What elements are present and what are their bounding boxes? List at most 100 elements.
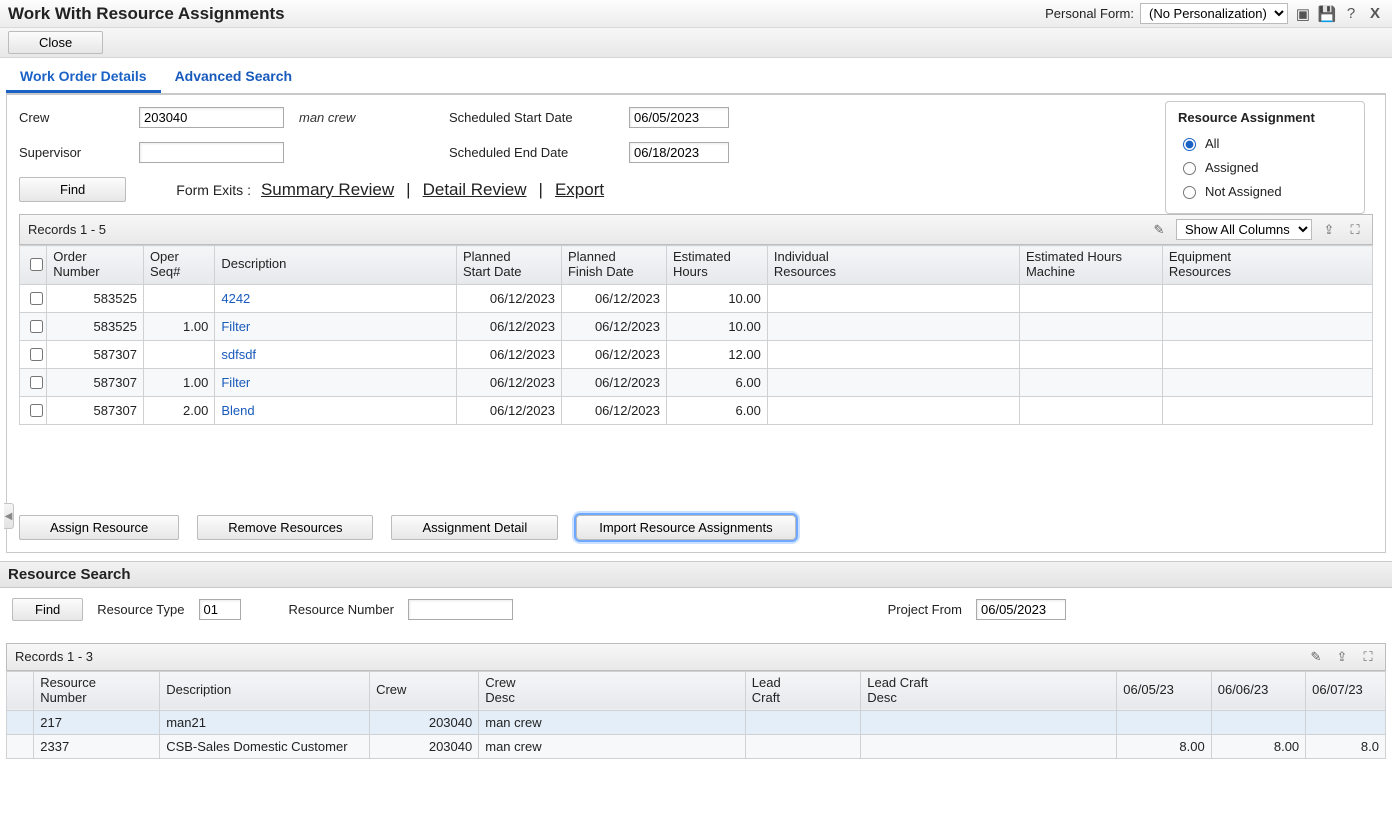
resource-search-header: Resource Search [0, 561, 1392, 588]
grid1-hdr-order-number[interactable]: OrderNumber [47, 246, 144, 285]
grid2-hdr-lead-craft[interactable]: LeadCraft [745, 671, 860, 710]
preview-icon[interactable]: ▣ [1294, 5, 1312, 23]
cell-planned-start: 06/12/2023 [456, 396, 561, 424]
toolbar: Close [0, 28, 1392, 58]
maximize-grid-icon[interactable]: ⛶ [1346, 221, 1364, 239]
cell-individual-resources [767, 284, 1019, 312]
show-columns-select[interactable]: Show All Columns [1176, 219, 1312, 240]
scheduled-start-date-input[interactable] [629, 107, 729, 128]
table-row[interactable]: 587307sdfsdf06/12/202306/12/202312.00 [20, 340, 1373, 368]
cell-planned-finish: 06/12/2023 [561, 284, 666, 312]
row-checkbox[interactable] [30, 376, 43, 389]
scheduled-end-date-input[interactable] [629, 142, 729, 163]
grid2-hdr-d3[interactable]: 06/07/23 [1306, 671, 1386, 710]
export-link[interactable]: Export [555, 180, 604, 200]
row-selector[interactable] [7, 734, 34, 758]
cell-description[interactable]: 4242 [215, 284, 457, 312]
detail-review-link[interactable]: Detail Review [423, 180, 527, 200]
save-icon[interactable]: 💾 [1318, 5, 1336, 23]
row-checkbox[interactable] [30, 404, 43, 417]
assign-resource-button[interactable]: Assign Resource [19, 515, 179, 540]
grid1-hdr-checkbox[interactable] [20, 246, 47, 285]
grid1-hdr-oper-seq[interactable]: OperSeq# [143, 246, 214, 285]
tab-advanced-search[interactable]: Advanced Search [161, 62, 307, 93]
cell-estimated-hours: 10.00 [667, 312, 768, 340]
tabstrip: Work Order Details Advanced Search [6, 62, 1386, 94]
customize-grid-icon[interactable]: ✎ [1150, 221, 1168, 239]
summary-review-link[interactable]: Summary Review [261, 180, 394, 200]
close-icon[interactable]: X [1366, 5, 1384, 23]
collapse-tab[interactable]: ◀ [4, 503, 14, 529]
row-checkbox[interactable] [30, 348, 43, 361]
maximize-grid2-icon[interactable]: ⛶ [1359, 648, 1377, 666]
ra-assigned-row[interactable]: Assigned [1178, 155, 1350, 179]
grid1-hdr-planned-start[interactable]: PlannedStart Date [456, 246, 561, 285]
ra-all-row[interactable]: All [1178, 131, 1350, 155]
cell-equipment-resources [1162, 312, 1372, 340]
assignment-detail-button[interactable]: Assignment Detail [391, 515, 558, 540]
cell-lead-craft [745, 710, 860, 734]
grid2-hdr-d1[interactable]: 06/05/23 [1117, 671, 1211, 710]
table-row[interactable]: 5873072.00Blend06/12/202306/12/20236.00 [20, 396, 1373, 424]
table-row[interactable]: 5873071.00Filter06/12/202306/12/20236.00 [20, 368, 1373, 396]
table-row[interactable]: 2337CSB-Sales Domestic Customer203040man… [7, 734, 1386, 758]
resource-type-input[interactable] [199, 599, 241, 620]
tab-work-order-details[interactable]: Work Order Details [6, 62, 161, 93]
resource-number-input[interactable] [408, 599, 513, 620]
grid1-hdr-estimated-hours[interactable]: EstimatedHours [667, 246, 768, 285]
project-from-input[interactable] [976, 599, 1066, 620]
resource-assignment-group: Resource Assignment All Assigned Not Ass… [1165, 101, 1365, 214]
crew-input[interactable] [139, 107, 284, 128]
cell-oper-seq [143, 284, 214, 312]
table-row[interactable]: 5835251.00Filter06/12/202306/12/202310.0… [20, 312, 1373, 340]
remove-resources-button[interactable]: Remove Resources [197, 515, 373, 540]
row-checkbox[interactable] [30, 320, 43, 333]
resource-search-form: Find Resource Type Resource Number Proje… [0, 588, 1392, 631]
cell-description[interactable]: Filter [215, 312, 457, 340]
cell-description[interactable]: Blend [215, 396, 457, 424]
cell-planned-start: 06/12/2023 [456, 340, 561, 368]
grid1-hdr-planned-finish[interactable]: PlannedFinish Date [561, 246, 666, 285]
export-grid-icon[interactable]: ⇪ [1320, 221, 1338, 239]
grid1-header-row: OrderNumber OperSeq# Description Planned… [20, 246, 1373, 285]
cell-equipment-resources [1162, 396, 1372, 424]
grid2-hdr-crew[interactable]: Crew [370, 671, 479, 710]
resource-number-label: Resource Number [289, 602, 395, 617]
grid2-hdr-checkbox[interactable] [7, 671, 34, 710]
import-resource-assignments-button[interactable]: Import Resource Assignments [576, 515, 795, 540]
cell-lead-craft-desc [861, 734, 1117, 758]
ra-assigned-radio[interactable] [1183, 162, 1196, 175]
find-button[interactable]: Find [19, 177, 126, 202]
cell-description[interactable]: sdfsdf [215, 340, 457, 368]
grid1-hdr-equipment-resources[interactable]: EquipmentResources [1162, 246, 1372, 285]
grid1-hdr-est-hours-machine[interactable]: Estimated HoursMachine [1019, 246, 1162, 285]
grid2-hdr-resource-number[interactable]: ResourceNumber [34, 671, 160, 710]
row-checkbox[interactable] [30, 292, 43, 305]
row-selector[interactable] [7, 710, 34, 734]
personal-form-select[interactable]: (No Personalization) [1140, 3, 1288, 24]
customize-grid2-icon[interactable]: ✎ [1307, 648, 1325, 666]
ra-not-assigned-radio[interactable] [1183, 186, 1196, 199]
help-icon[interactable]: ? [1342, 5, 1360, 23]
grid2-hdr-description[interactable]: Description [160, 671, 370, 710]
table-row[interactable]: 583525424206/12/202306/12/202310.00 [20, 284, 1373, 312]
cell-est-hours-machine [1019, 284, 1162, 312]
grid2-hdr-crew-desc[interactable]: CrewDesc [479, 671, 746, 710]
grid1-hdr-description[interactable]: Description [215, 246, 457, 285]
cell-order-number: 583525 [47, 284, 144, 312]
close-button[interactable]: Close [8, 31, 103, 54]
cell-oper-seq: 2.00 [143, 396, 214, 424]
ra-all-radio[interactable] [1183, 138, 1196, 151]
cell-resource-number: 217 [34, 710, 160, 734]
grid1-hdr-individual-resources[interactable]: IndividualResources [767, 246, 1019, 285]
supervisor-input[interactable] [139, 142, 284, 163]
cell-d2 [1211, 710, 1305, 734]
rs-find-button[interactable]: Find [12, 598, 83, 621]
table-row[interactable]: 217man21203040man crew [7, 710, 1386, 734]
grid2-hdr-lead-craft-desc[interactable]: Lead CraftDesc [861, 671, 1117, 710]
ra-not-assigned-row[interactable]: Not Assigned [1178, 179, 1350, 203]
crew-desc: man crew [299, 110, 449, 125]
cell-description[interactable]: Filter [215, 368, 457, 396]
grid2-hdr-d2[interactable]: 06/06/23 [1211, 671, 1305, 710]
export-grid2-icon[interactable]: ⇪ [1333, 648, 1351, 666]
